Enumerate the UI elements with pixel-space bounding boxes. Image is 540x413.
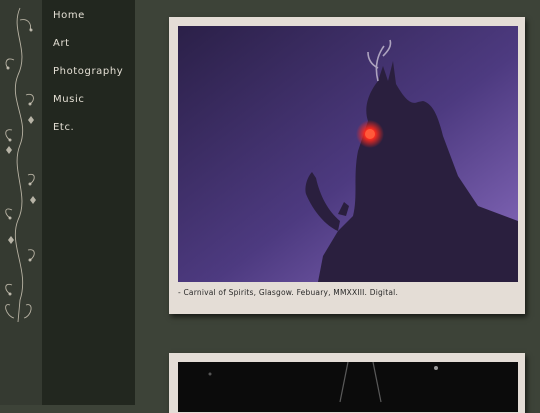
photo-card: - Carnival of Spirits, Glasgow. Febuary,… xyxy=(169,17,525,314)
nav-item-etc[interactable]: Etc. xyxy=(53,122,74,133)
photo-image[interactable] xyxy=(178,26,518,282)
photo-card xyxy=(169,353,525,413)
sidebar-nav: Home Art Photography Music Etc. xyxy=(42,0,135,405)
nav-item-art[interactable]: Art xyxy=(53,38,70,49)
nav-item-photography[interactable]: Photography xyxy=(53,66,123,77)
decorative-vine-border xyxy=(0,0,42,405)
vine-ornament-icon xyxy=(5,7,36,323)
nav-item-home[interactable]: Home xyxy=(53,10,85,21)
photo-caption: - Carnival of Spirits, Glasgow. Febuary,… xyxy=(178,288,399,297)
nav-item-music[interactable]: Music xyxy=(53,94,84,105)
